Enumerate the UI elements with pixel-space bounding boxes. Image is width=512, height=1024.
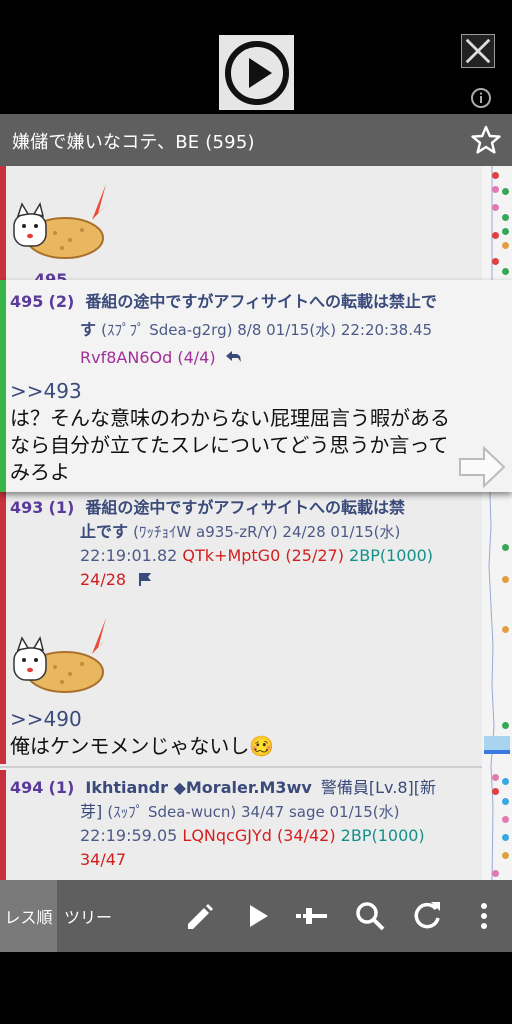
shrimp-cat-image — [13, 618, 109, 693]
pencil-icon[interactable] — [182, 898, 218, 934]
thread-view[interactable]: 495 493 (1) 番組の途中ですがアフィサイトへの転載は禁 止です (ﾜｯ… — [0, 166, 512, 880]
post-count: 34/47 — [80, 850, 127, 869]
tab-response-order[interactable]: レス順 — [0, 880, 57, 952]
info-icon[interactable] — [470, 87, 492, 109]
popup-post-495[interactable]: 495 (2) 番組の途中ですがアフィサイトへの転載は禁止で す (ｽﾌﾟﾌﾟ … — [0, 280, 512, 492]
post-marker — [0, 492, 6, 764]
poster-id[interactable]: LQNqcGJYd (34/42) — [182, 826, 335, 845]
thread-title[interactable]: 嫌儲で嫌いなコテ、BE (595) — [12, 128, 255, 154]
poster-rank-cont: 芽] — [80, 802, 103, 821]
ad-close-button[interactable] — [461, 34, 495, 68]
post-time: 22:19:01.82 — [80, 546, 178, 565]
shrimp-cat-image — [13, 184, 109, 259]
post-count: 24/28 — [80, 570, 127, 589]
reply-count[interactable]: (1) — [49, 778, 75, 797]
next-arrow-icon[interactable] — [458, 445, 506, 489]
poster-rank: 警備員[Lv.8][新 — [320, 778, 437, 797]
thread-title-bar: 嫌儲で嫌いなコテ、BE (595) — [0, 114, 512, 166]
post-meta: (ｽｯﾌﾟ Sdea-wucn) 34/47 sage 01/15(水) — [107, 803, 400, 821]
poster-name: 番組の途中ですがアフィサイトへの転載は禁 — [85, 498, 406, 517]
post-meta: (ｽﾌﾟﾌﾟ Sdea-g2rg) 8/8 01/15(水) 22:20:38.… — [101, 321, 433, 339]
post-meta: (ﾜｯﾁｮｲW a935-zR/Y) 24/28 01/15(水) — [133, 523, 401, 541]
poster-id[interactable]: Rvf8AN6Od (4/4) — [80, 348, 216, 367]
reply-count[interactable]: (2) — [49, 292, 75, 311]
post-time: 22:19:59.05 — [80, 826, 178, 845]
post-number[interactable]: 493 — [10, 498, 43, 517]
post-body-line: なら自分が立てたスレについてどう思うか言って — [10, 433, 449, 457]
more-vert-icon[interactable] — [466, 898, 502, 934]
play-arrow-icon[interactable] — [240, 898, 276, 934]
refresh-icon[interactable] — [409, 898, 445, 934]
post-number[interactable]: 494 — [10, 778, 43, 797]
be-badge[interactable]: 2BP(1000) — [341, 826, 425, 845]
bottom-toolbar: レス順 ツリー — [0, 880, 512, 952]
slider-icon[interactable] — [294, 898, 330, 934]
ad-banner — [0, 0, 512, 114]
poster-id[interactable]: QTk+MptG0 (25/27) — [182, 546, 344, 565]
post-marker — [0, 770, 6, 880]
poster-name: 番組の途中ですがアフィサイトへの転載は禁止で — [85, 292, 438, 311]
system-nav-area — [0, 952, 512, 1024]
post-number[interactable]: 495 — [10, 292, 43, 311]
post-divider — [0, 766, 482, 768]
poster-name-cont: す — [80, 320, 97, 339]
post-body-line: は？そんな意味のわからない屁理屈言う暇がある — [10, 406, 450, 430]
thread-scroll-map[interactable] — [482, 166, 512, 880]
be-badge[interactable]: 2BP(1000) — [349, 546, 433, 565]
reply-anchor[interactable]: >>490 — [10, 706, 82, 733]
reply-anchor[interactable]: >>493 — [10, 378, 82, 405]
poster-name: Ikhtiandr ◆Moraler.M3wv — [85, 778, 312, 797]
post-body-line: みろよ — [10, 460, 70, 484]
poster-name-cont: 止です — [80, 522, 129, 541]
post-marker — [0, 280, 6, 492]
tab-tree[interactable]: ツリー — [57, 880, 119, 952]
ad-play-button[interactable] — [219, 35, 294, 110]
post-marker — [0, 166, 6, 286]
play-icon — [224, 40, 289, 105]
star-icon[interactable] — [470, 124, 502, 156]
close-icon — [465, 38, 491, 64]
reply-icon[interactable] — [225, 350, 243, 364]
search-icon[interactable] — [352, 898, 388, 934]
flag-icon[interactable] — [137, 571, 153, 587]
post-body: 俺はケンモメンじゃないし🥴 — [10, 734, 275, 758]
reply-count[interactable]: (1) — [49, 498, 75, 517]
